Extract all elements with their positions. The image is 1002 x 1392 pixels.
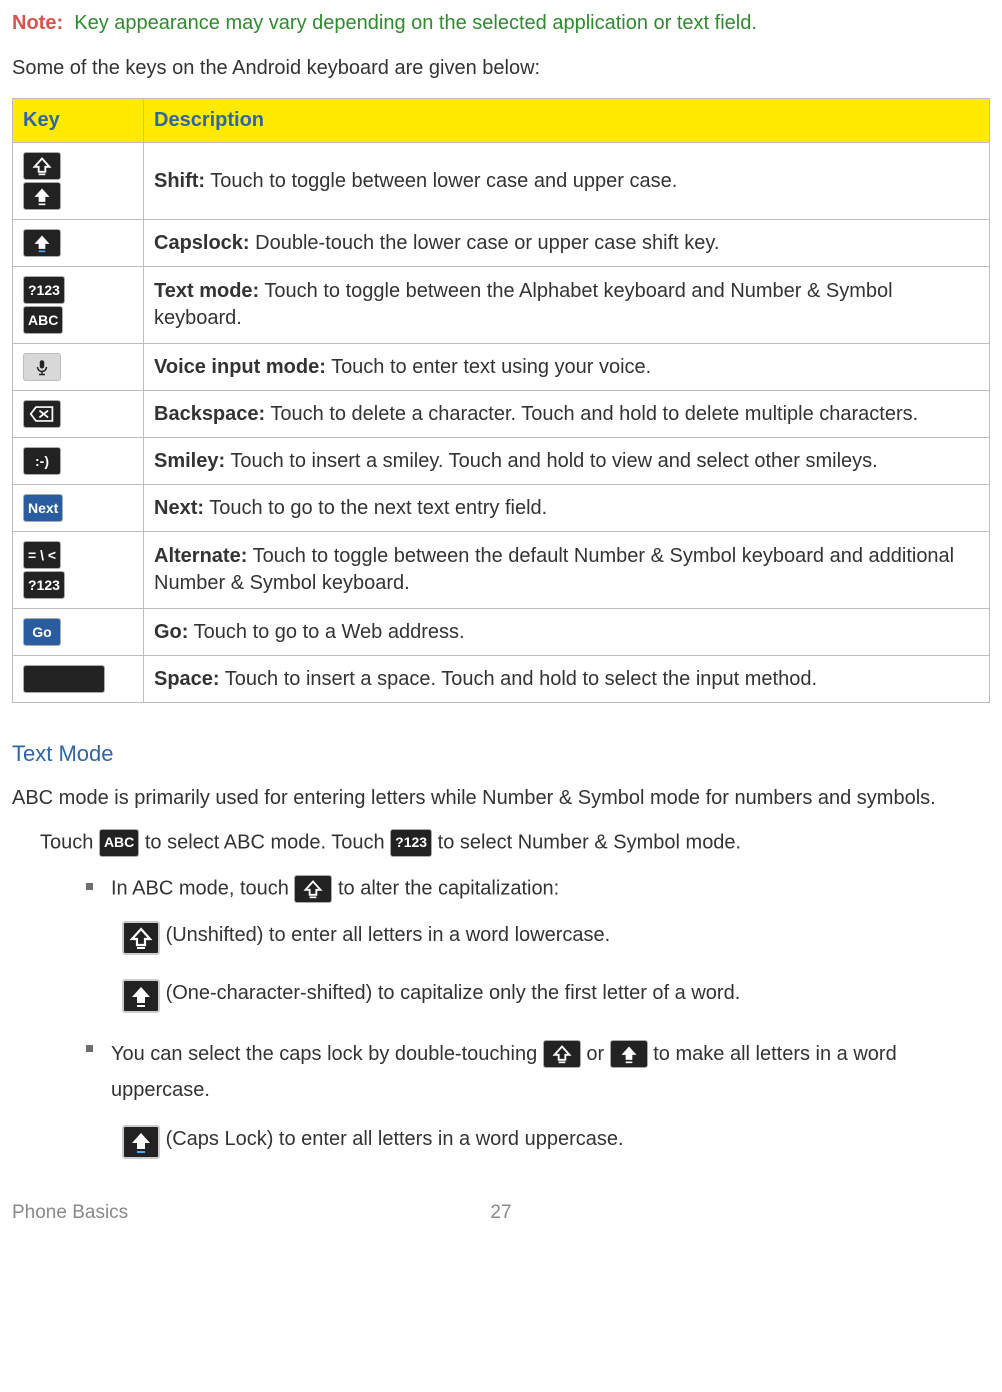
onechar-line: (One-character-shifted) to capitalize on… — [122, 978, 990, 1014]
shift-outline-inline — [294, 875, 332, 903]
q123-key-2: ?123 — [23, 571, 65, 599]
footer-section: Phone Basics — [12, 1202, 128, 1223]
text-mode-intro: ABC mode is primarily used for entering … — [12, 785, 990, 812]
capslock-line: (Caps Lock) to enter all letters in a wo… — [122, 1124, 990, 1160]
note: Note: Key appearance may vary depending … — [12, 10, 990, 37]
shift-solid-big — [122, 979, 160, 1013]
col-desc: Description — [144, 99, 990, 143]
table-row: Next Next: Touch to go to the next text … — [13, 485, 990, 532]
table-row: Space: Touch to insert a space. Touch an… — [13, 656, 990, 703]
space-key — [23, 665, 105, 693]
backspace-icon — [23, 400, 61, 428]
page-number: 27 — [490, 1200, 511, 1226]
capslock-icon — [23, 229, 61, 257]
bullet-icon — [86, 1045, 93, 1052]
table-row: Capslock: Double-touch the lower case or… — [13, 220, 990, 267]
key-name: Shift: — [154, 170, 205, 192]
bullet-1: In ABC mode, touch to alter the capitali… — [86, 874, 990, 904]
shift-outline-inline-2 — [543, 1040, 581, 1068]
smiley-key: :-) — [23, 447, 61, 475]
touch-line: Touch ABC to select ABC mode. Touch ?123… — [40, 828, 990, 858]
note-text: Key appearance may vary depending on the… — [74, 12, 757, 34]
abc-key: ABC — [23, 306, 63, 334]
table-header-row: Key Description — [13, 99, 990, 143]
capslock-big — [122, 1125, 160, 1159]
next-key: Next — [23, 494, 63, 522]
intro-paragraph: Some of the keys on the Android keyboard… — [12, 55, 990, 82]
alt-key: = \ < — [23, 541, 61, 569]
table-row: = \ < ?123 Alternate: Touch to toggle be… — [13, 532, 990, 609]
note-label: Note: — [12, 12, 63, 34]
shift-solid-inline-2 — [610, 1040, 648, 1068]
table-row: Shift: Touch to toggle between lower cas… — [13, 143, 990, 220]
table-row: Go Go: Touch to go to a Web address. — [13, 609, 990, 656]
col-key: Key — [13, 99, 144, 143]
bullet-icon — [86, 883, 93, 890]
table-row: Voice input mode: Touch to enter text us… — [13, 344, 990, 391]
page-footer: Phone Basics 27 — [12, 1200, 990, 1226]
shift-solid-icon — [23, 182, 61, 210]
table-row: :-) Smiley: Touch to insert a smiley. To… — [13, 438, 990, 485]
abc-key-inline: ABC — [99, 829, 139, 857]
table-row: Backspace: Touch to delete a character. … — [13, 391, 990, 438]
q123-key-inline: ?123 — [390, 829, 432, 857]
key-table: Key Description Shift: Touch to toggle b… — [12, 98, 990, 703]
q123-key: ?123 — [23, 276, 65, 304]
mic-icon — [23, 353, 61, 381]
go-key: Go — [23, 618, 61, 646]
shift-outline-icon — [23, 152, 61, 180]
shift-outline-big — [122, 921, 160, 955]
table-row: ?123 ABC Text mode: Touch to toggle betw… — [13, 267, 990, 344]
bullet-2: You can select the caps lock by double-t… — [86, 1036, 990, 1108]
unshifted-line: (Unshifted) to enter all letters in a wo… — [122, 920, 990, 956]
text-mode-heading: Text Mode — [12, 739, 990, 769]
